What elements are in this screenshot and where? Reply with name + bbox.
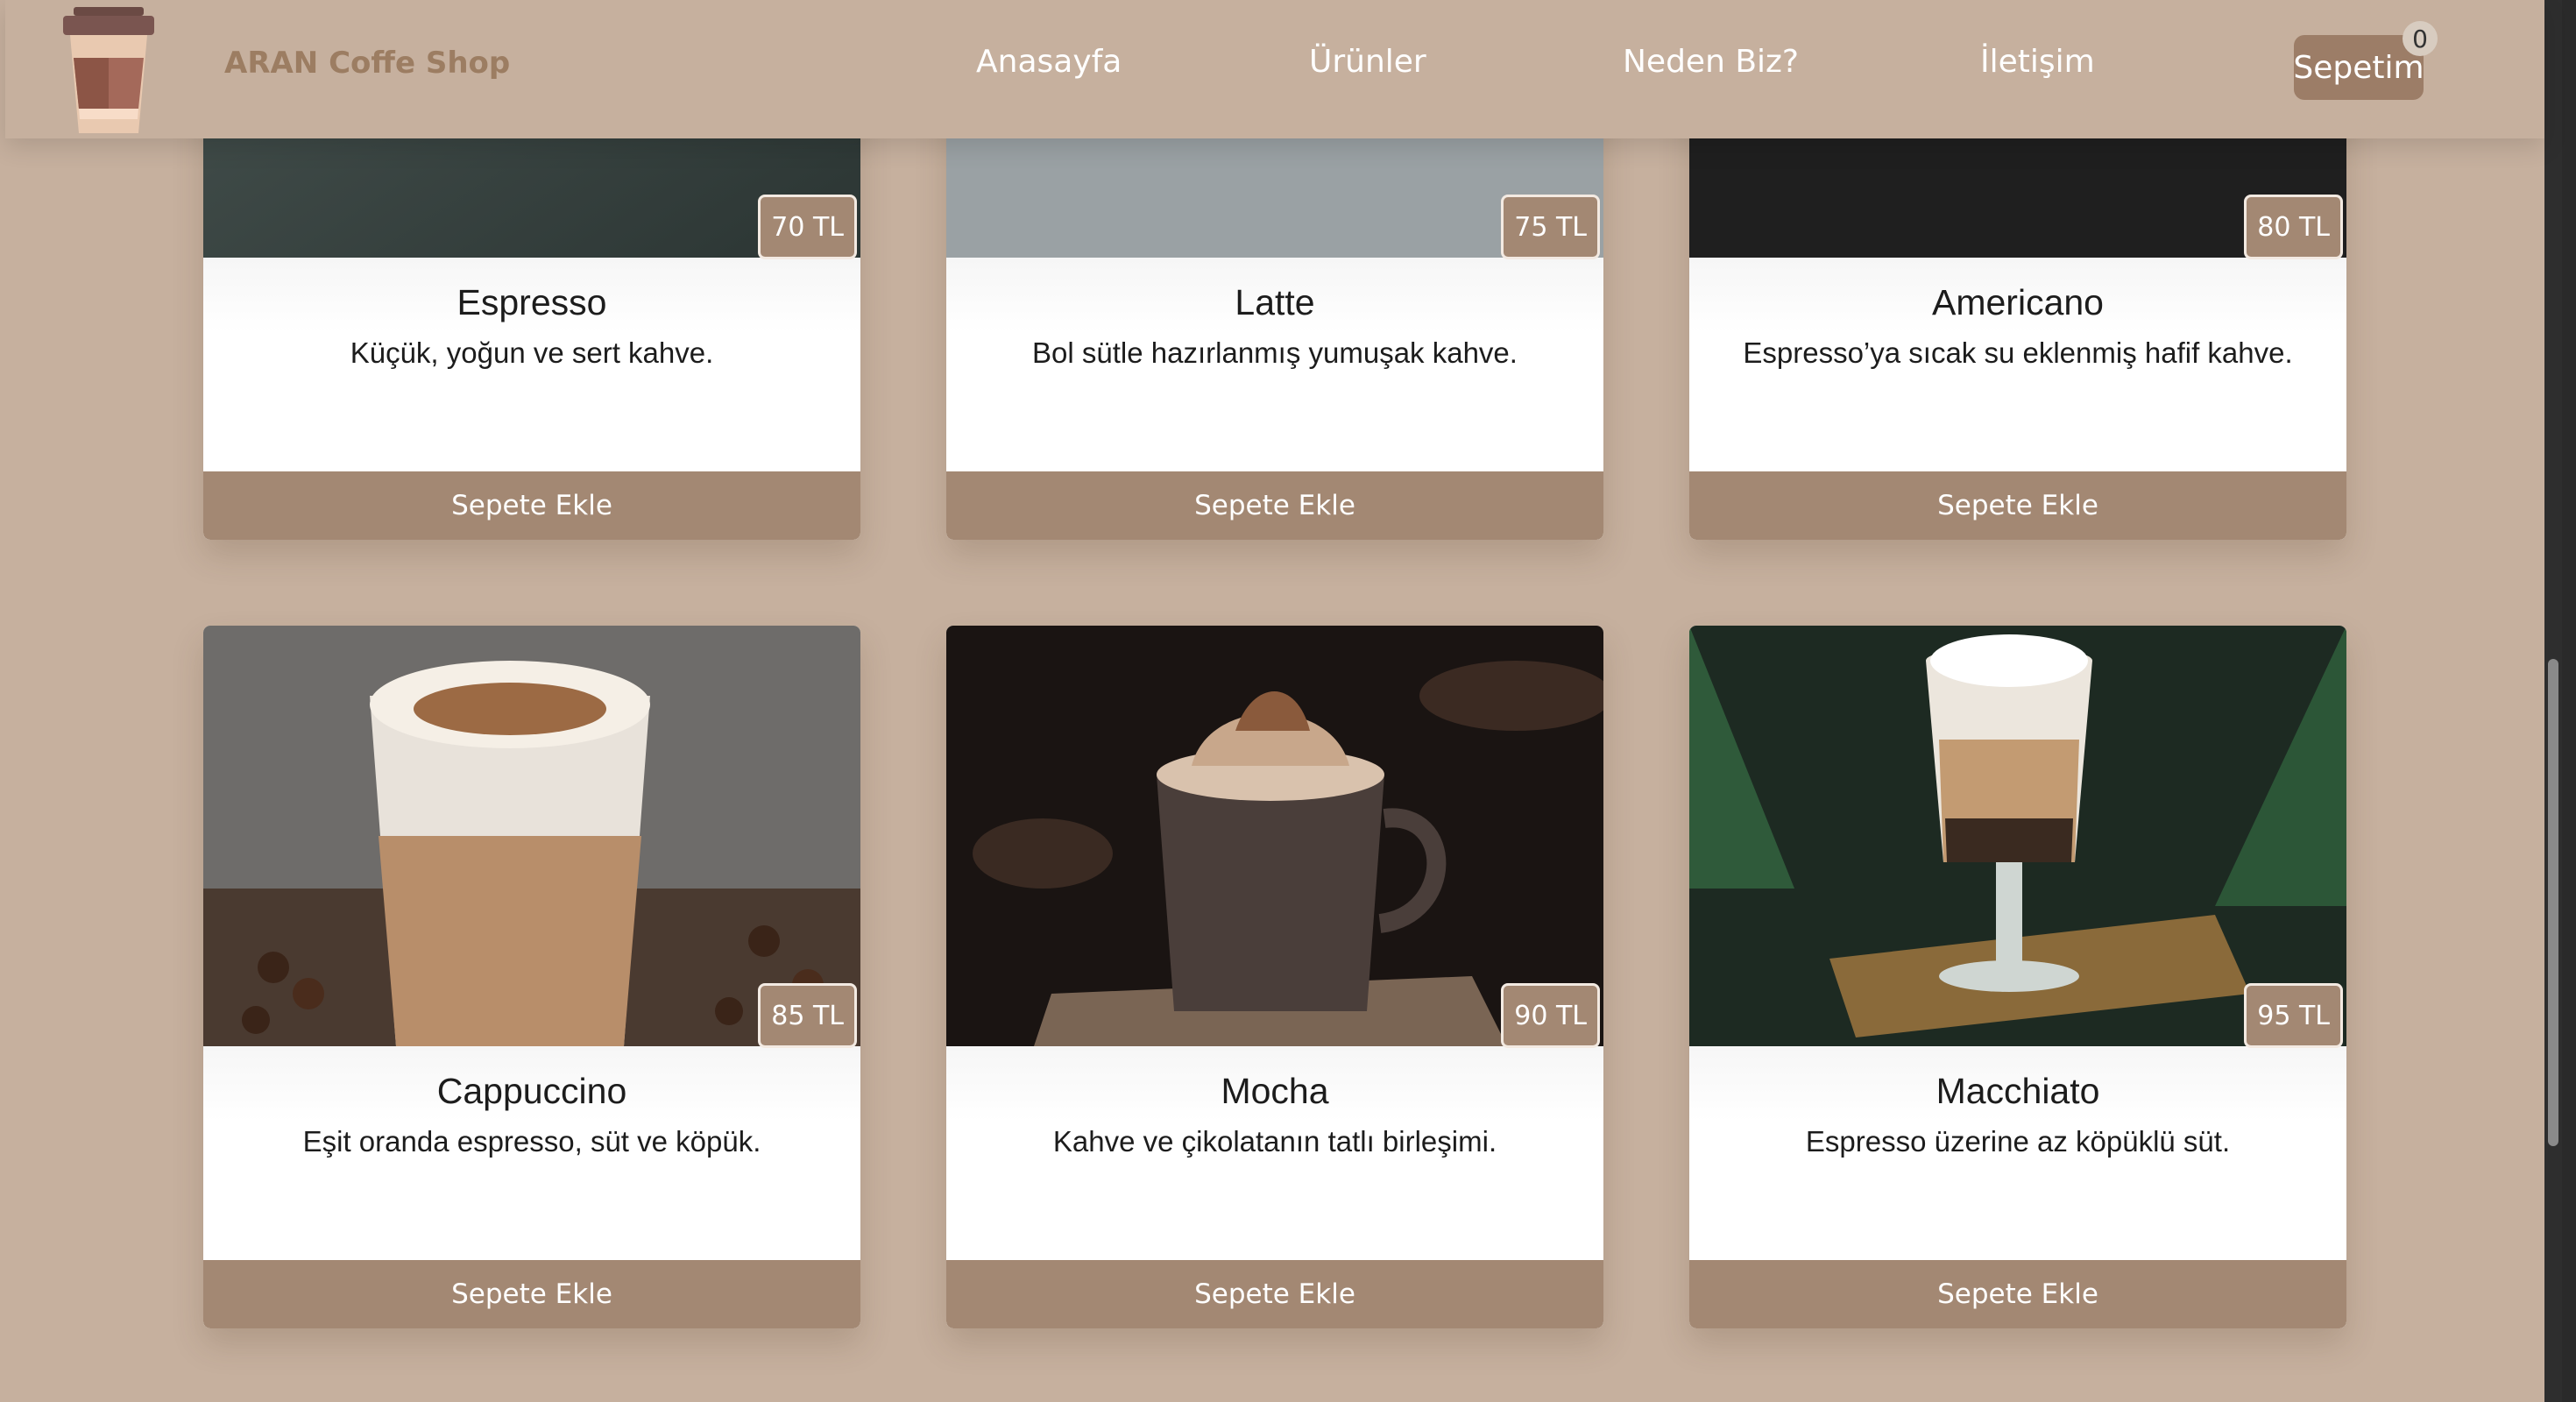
product-description: Küçük, yoğun ve sert kahve.	[350, 336, 714, 369]
cart-count-badge: 0	[2403, 21, 2438, 56]
product-name: Macchiato	[1936, 1071, 2100, 1111]
navbar: ARAN Coffe Shop Anasayfa Ürünler Neden B…	[5, 0, 2544, 138]
product-name: Cappuccino	[436, 1071, 627, 1111]
product-name: Espresso	[456, 282, 607, 322]
product-description: Eşit oranda espresso, süt ve köpük.	[302, 1125, 761, 1158]
product-card-mocha: 90 TL Mocha Kahve ve çikolatanın tatlı b…	[946, 626, 1603, 1328]
brand-name[interactable]: ARAN Coffe Shop	[224, 46, 510, 81]
scrollbar-thumb[interactable]	[2548, 659, 2558, 1146]
add-to-cart-button[interactable]: Sepete Ekle	[1689, 471, 2346, 540]
price-badge: 70 TL	[758, 195, 857, 259]
product-card-cappuccino: 85 TL Cappuccino Eşit oranda espresso, s…	[203, 626, 860, 1328]
add-to-cart-button[interactable]: Sepete Ekle	[946, 471, 1603, 540]
price-badge: 90 TL	[1501, 983, 1600, 1048]
add-to-cart-button[interactable]: Sepete Ekle	[203, 1260, 860, 1328]
add-to-cart-button[interactable]: Sepete Ekle	[203, 471, 860, 540]
product-card-macchiato: 95 TL Macchiato Espresso üzerine az köpü…	[1689, 626, 2346, 1328]
price-badge: 85 TL	[758, 983, 857, 1048]
price-badge: 95 TL	[2244, 983, 2343, 1048]
price-badge: 75 TL	[1501, 195, 1600, 259]
add-to-cart-button[interactable]: Sepete Ekle	[946, 1260, 1603, 1328]
product-description: Espresso’ya sıcak su eklenmiş hafif kahv…	[1743, 336, 2293, 369]
price-badge: 80 TL	[2244, 195, 2343, 259]
nav-products[interactable]: Ürünler	[1309, 44, 1426, 80]
nav-home[interactable]: Anasayfa	[976, 44, 1122, 80]
product-description: Espresso üzerine az köpüklü süt.	[1805, 1125, 2231, 1158]
product-name: Latte	[1235, 282, 1315, 322]
cart-label: Sepetim	[2293, 49, 2424, 86]
product-name: Mocha	[1221, 1071, 1329, 1111]
coffee-cup-logo-icon[interactable]	[58, 5, 159, 135]
product-name: Americano	[1932, 282, 2104, 322]
product-description: Kahve ve çikolatanın tatlı birleşimi.	[1052, 1125, 1497, 1158]
nav-contact[interactable]: İletişim	[1980, 44, 2095, 80]
nav-why-us[interactable]: Neden Biz?	[1623, 44, 1799, 80]
product-description: Bol sütle hazırlanmış yumuşak kahve.	[1032, 336, 1518, 369]
add-to-cart-button[interactable]: Sepete Ekle	[1689, 1260, 2346, 1328]
